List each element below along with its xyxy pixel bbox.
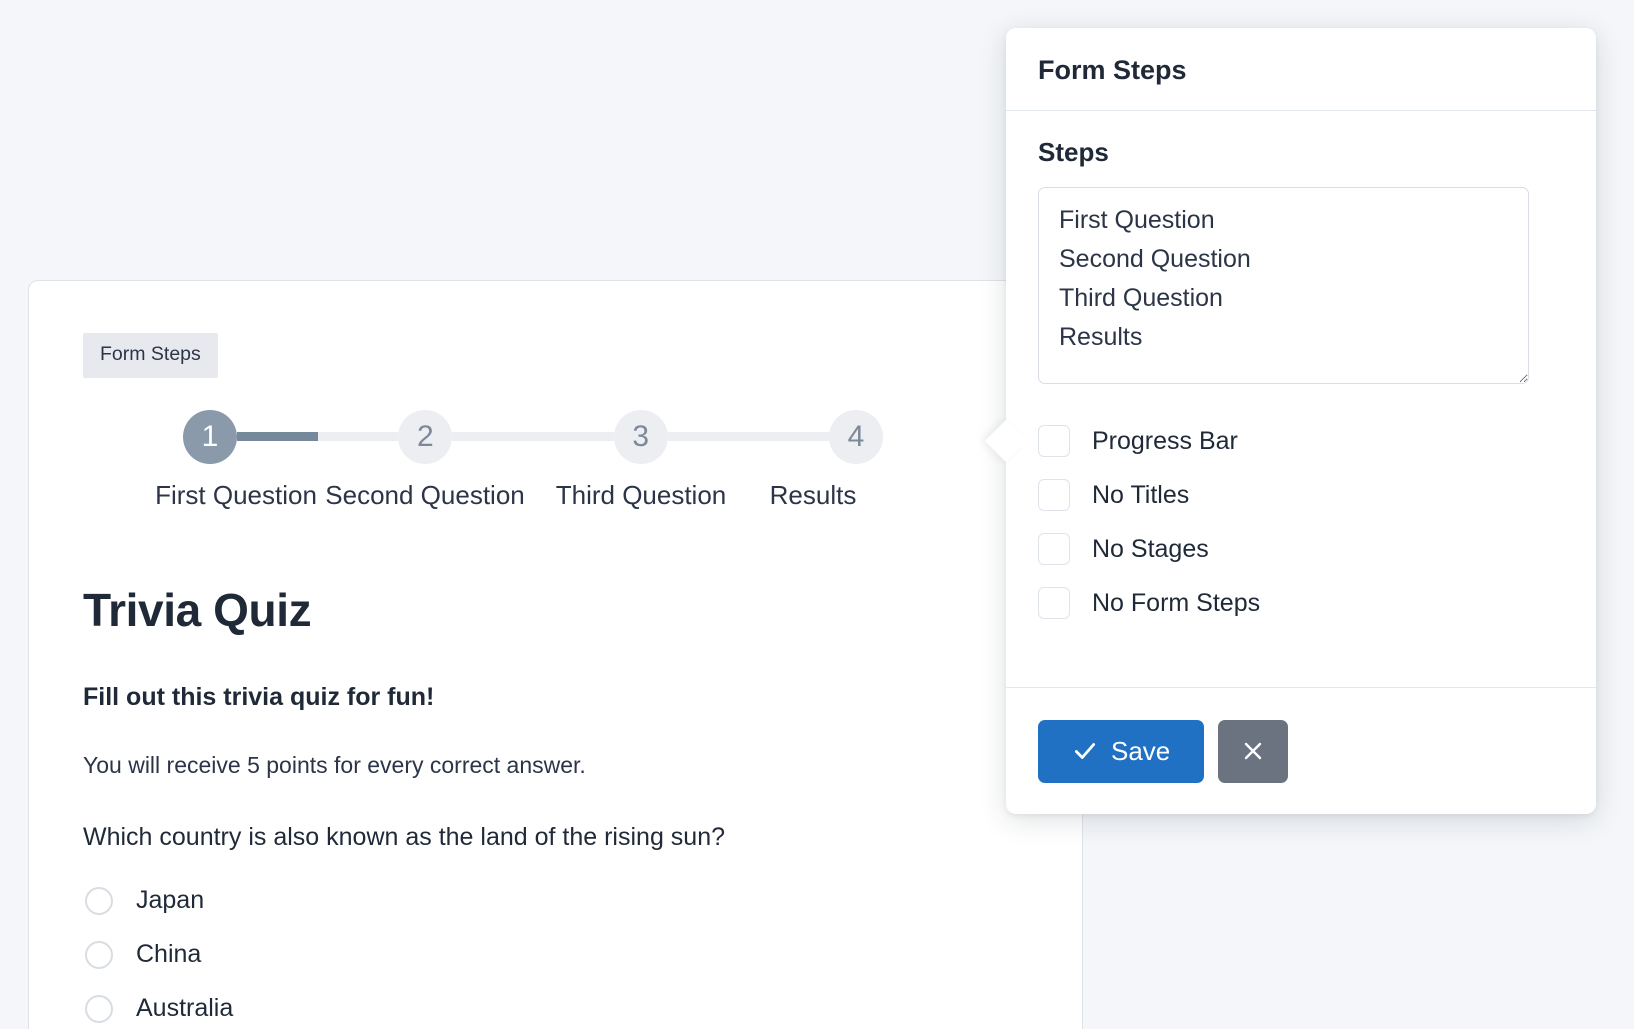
stepper-nodes: 1 2 3 bbox=[183, 410, 883, 464]
popover-title: Form Steps bbox=[1038, 54, 1564, 86]
step-label-3: Third Question bbox=[541, 480, 741, 511]
step-connector-1-2 bbox=[237, 432, 398, 441]
checkbox-label: Progress Bar bbox=[1092, 427, 1238, 456]
stepper-step-2[interactable]: 2 bbox=[398, 410, 452, 464]
form-stepper: 1 2 3 bbox=[83, 410, 883, 511]
step-circle-4[interactable]: 4 bbox=[829, 410, 883, 464]
quiz-subtitle: Fill out this trivia quiz for fun! bbox=[83, 683, 1028, 712]
options-checkbox-list: Progress Bar No Titles No Stages No Form… bbox=[1038, 414, 1564, 630]
radio-icon[interactable] bbox=[85, 941, 113, 969]
checkbox-row-no-titles[interactable]: No Titles bbox=[1038, 468, 1564, 522]
radio-icon[interactable] bbox=[85, 887, 113, 915]
checkbox-row-no-stages[interactable]: No Stages bbox=[1038, 522, 1564, 576]
checkbox-label: No Stages bbox=[1092, 535, 1209, 564]
close-icon bbox=[1241, 739, 1265, 763]
quiz-option-label: China bbox=[136, 940, 201, 969]
check-icon bbox=[1072, 738, 1098, 764]
stepper-step-3[interactable]: 3 bbox=[614, 410, 668, 464]
checkbox-label: No Titles bbox=[1092, 481, 1189, 510]
step-circle-2[interactable]: 2 bbox=[398, 410, 452, 464]
app-root: Form Steps 1 2 bbox=[0, 0, 1634, 1029]
popover-footer: Save bbox=[1006, 687, 1596, 814]
radio-icon[interactable] bbox=[85, 995, 113, 1023]
step-label-1: First Question bbox=[155, 480, 317, 511]
checkbox-icon[interactable] bbox=[1038, 425, 1070, 457]
quiz-option-japan[interactable]: Japan bbox=[83, 874, 1028, 928]
stepper-step-1[interactable]: 1 bbox=[183, 410, 237, 464]
checkbox-icon[interactable] bbox=[1038, 479, 1070, 511]
checkbox-icon[interactable] bbox=[1038, 533, 1070, 565]
step-connector-3-4 bbox=[668, 432, 829, 441]
stepper-step-4[interactable]: 4 bbox=[829, 410, 883, 464]
quiz-options: Japan China Australia bbox=[83, 874, 1028, 1029]
quiz-scoring-note: You will receive 5 points for every corr… bbox=[83, 752, 1028, 779]
quiz-option-australia[interactable]: Australia bbox=[83, 982, 1028, 1029]
quiz-card-content: Form Steps 1 2 bbox=[29, 281, 1082, 1029]
checkbox-icon[interactable] bbox=[1038, 587, 1070, 619]
cancel-button[interactable] bbox=[1218, 720, 1288, 783]
step-circle-1[interactable]: 1 bbox=[183, 410, 237, 464]
step-connector-2-3 bbox=[452, 432, 613, 441]
popover-header: Form Steps bbox=[1006, 28, 1596, 111]
checkbox-row-progress-bar[interactable]: Progress Bar bbox=[1038, 414, 1564, 468]
step-label-2: Second Question bbox=[317, 480, 533, 511]
stepper-labels: First Question Second Question Third Que… bbox=[183, 480, 883, 511]
save-button[interactable]: Save bbox=[1038, 720, 1204, 783]
checkbox-row-no-form-steps[interactable]: No Form Steps bbox=[1038, 576, 1564, 630]
checkbox-label: No Form Steps bbox=[1092, 589, 1260, 618]
save-button-label: Save bbox=[1111, 736, 1170, 767]
form-steps-badge: Form Steps bbox=[83, 333, 218, 378]
step-connector-fill bbox=[237, 432, 318, 441]
quiz-card: Form Steps 1 2 bbox=[28, 280, 1083, 1029]
steps-input[interactable] bbox=[1038, 187, 1529, 384]
step-circle-3[interactable]: 3 bbox=[614, 410, 668, 464]
quiz-option-china[interactable]: China bbox=[83, 928, 1028, 982]
form-steps-popover: Form Steps Steps Progress Bar No Titles … bbox=[1006, 28, 1596, 814]
steps-field-label: Steps bbox=[1038, 137, 1564, 168]
popover-body: Steps Progress Bar No Titles No Stages bbox=[1006, 111, 1596, 666]
quiz-option-label: Japan bbox=[136, 886, 204, 915]
quiz-option-label: Australia bbox=[136, 994, 233, 1023]
step-label-4: Results bbox=[753, 480, 873, 511]
quiz-question: Which country is also known as the land … bbox=[83, 823, 1028, 852]
page-title: Trivia Quiz bbox=[83, 583, 1028, 637]
